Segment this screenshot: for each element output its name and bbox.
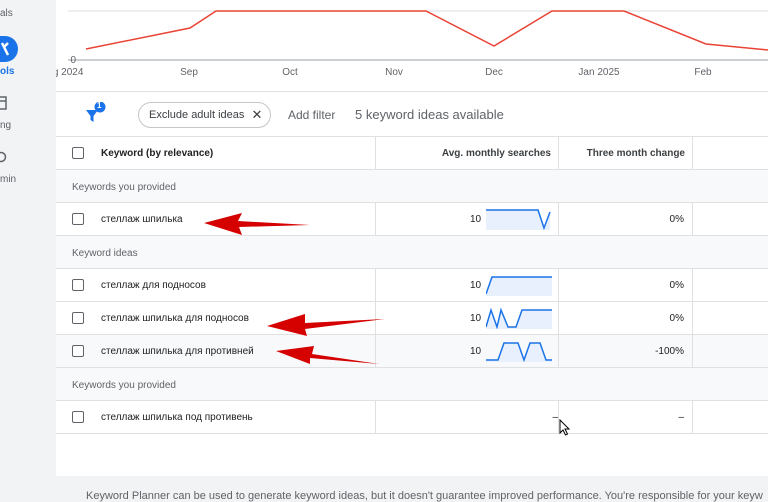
table-header: Keyword (by relevance) Avg. monthly sear… xyxy=(56,136,768,170)
table-row[interactable]: стеллаж шпилька для противней 10 -100% xyxy=(56,335,768,368)
avg-value: 10 xyxy=(470,280,482,291)
group-header: Keywords you provided xyxy=(56,368,768,401)
exclude-adult-chip[interactable]: Exclude adult ideas ✕ xyxy=(138,102,272,128)
left-nav: als ols ng min xyxy=(0,0,56,498)
header-change[interactable]: Three month change xyxy=(587,148,685,159)
main-panel: 0 Aug 2024 Sep Oct Nov Dec Jan 2025 Feb … xyxy=(56,0,768,476)
x-label-feb: Feb xyxy=(694,67,712,78)
nav-tools-label: ols xyxy=(0,66,15,77)
row-checkbox[interactable] xyxy=(72,345,84,357)
filter-button[interactable]: 1 xyxy=(84,101,108,126)
keyword-table: Keyword (by relevance) Avg. monthly sear… xyxy=(56,136,768,434)
row-checkbox[interactable] xyxy=(72,312,84,324)
footer-disclaimer: Keyword Planner can be used to generate … xyxy=(86,490,763,502)
close-icon[interactable]: ✕ xyxy=(252,103,263,127)
sparkline xyxy=(486,276,552,296)
group-label: Keywords you provided xyxy=(72,182,176,193)
header-keyword[interactable]: Keyword (by relevance) xyxy=(101,148,213,159)
red-arrow-annotation xyxy=(267,314,385,336)
change-value: 0% xyxy=(669,313,684,324)
trend-chart: 0 Aug 2024 Sep Oct Nov Dec Jan 2025 Feb xyxy=(56,10,768,78)
table-row[interactable]: стеллаж шпилька под противень – – xyxy=(56,401,768,434)
avg-value: 10 xyxy=(470,214,482,225)
change-value: 0% xyxy=(669,280,684,291)
keyword-text: стеллаж шпилька xyxy=(101,214,183,225)
group-header: Keyword ideas xyxy=(56,236,768,269)
add-filter-button[interactable]: Add filter xyxy=(288,108,335,122)
table-row[interactable]: стеллаж шпилька 10 0% xyxy=(56,203,768,236)
nav-goals-label: als xyxy=(0,8,13,19)
tools-icon xyxy=(0,36,18,62)
sparkline xyxy=(486,209,551,230)
y-zero-label: 0 xyxy=(70,55,76,66)
select-all-checkbox[interactable] xyxy=(72,147,84,159)
mouse-cursor-icon xyxy=(559,419,571,436)
header-avg[interactable]: Avg. monthly searches xyxy=(442,148,551,159)
table-row[interactable]: стеллаж шпилька для подносов 10 0% xyxy=(56,302,768,335)
billing-icon xyxy=(0,96,7,110)
avg-value: 10 xyxy=(470,313,482,324)
filter-toolbar: 1 Exclude adult ideas ✕ Add filter 5 key… xyxy=(56,91,768,136)
sparkline xyxy=(486,342,552,362)
gear-icon xyxy=(0,151,7,163)
table-row[interactable]: стеллаж для подносов 10 0% xyxy=(56,269,768,302)
row-checkbox[interactable] xyxy=(72,279,84,291)
x-label-nov: Nov xyxy=(385,67,403,78)
x-label-dec: Dec xyxy=(485,67,503,78)
nav-admin-label: min xyxy=(0,174,17,185)
chip-label: Exclude adult ideas xyxy=(149,109,245,121)
filter-badge: 1 xyxy=(97,101,102,110)
ideas-count: 5 keyword ideas available xyxy=(355,107,504,122)
x-label-aug: Aug 2024 xyxy=(56,67,84,78)
group-header: Keywords you provided xyxy=(56,170,768,203)
nav-billing-label: ng xyxy=(0,120,12,131)
keyword-text: стеллаж шпилька для противней xyxy=(101,346,254,357)
x-label-sep: Sep xyxy=(180,67,198,78)
change-value: -100% xyxy=(655,346,684,357)
avg-value: 10 xyxy=(470,346,482,357)
keyword-text: стеллаж шпилька под противень xyxy=(101,412,253,423)
keyword-text: стеллаж для подносов xyxy=(101,280,206,291)
filter-icon xyxy=(86,101,106,122)
row-checkbox[interactable] xyxy=(72,213,84,225)
keyword-text: стеллаж шпилька для подносов xyxy=(101,313,249,324)
sparkline xyxy=(486,307,552,329)
group-label: Keyword ideas xyxy=(72,248,138,259)
change-value: 0% xyxy=(669,214,684,225)
row-checkbox[interactable] xyxy=(72,411,84,423)
group-label: Keywords you provided xyxy=(72,380,176,391)
red-arrow-annotation xyxy=(204,213,310,235)
x-label-jan: Jan 2025 xyxy=(578,67,620,78)
change-value: – xyxy=(678,412,684,423)
trend-line xyxy=(85,10,768,51)
red-arrow-annotation xyxy=(276,346,379,364)
x-label-oct: Oct xyxy=(282,67,298,78)
